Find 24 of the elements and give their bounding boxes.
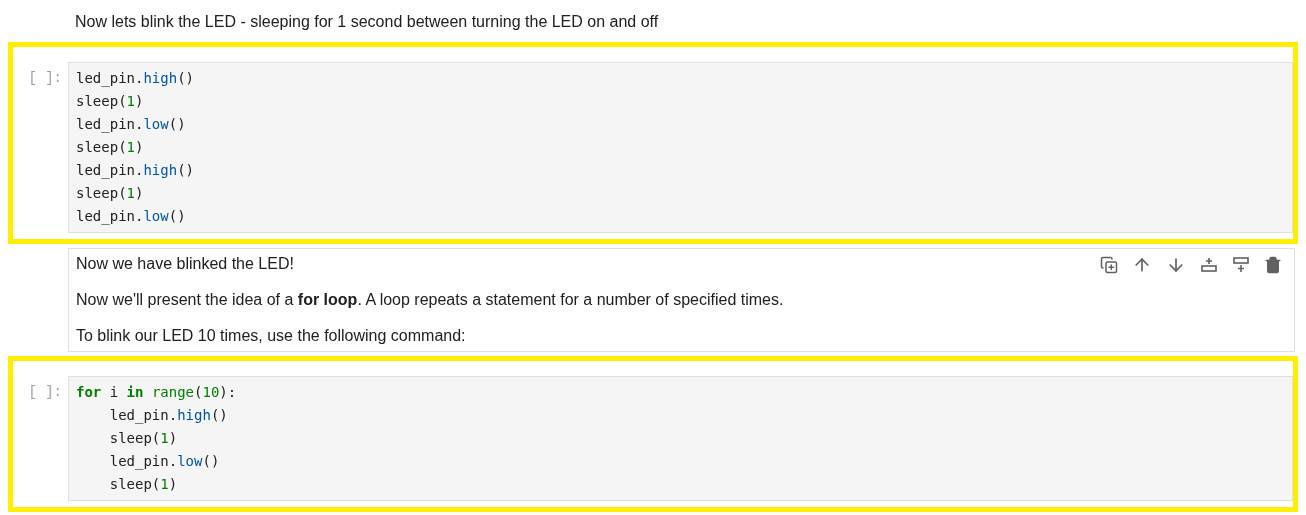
code-line: sleep(1): [76, 92, 144, 111]
markdown-paragraph: Now lets blink the LED - sleeping for 1 second between turning the LED on and off: [75, 12, 659, 32]
duplicate-icon[interactable]: [1100, 256, 1118, 274]
code-line: sleep(1): [76, 138, 144, 157]
code-line: led_pin.low(): [108, 452, 220, 472]
code-line: sleep(1): [76, 184, 144, 203]
markdown-paragraph: Now we have blinked the LED!: [76, 254, 294, 274]
insert-below-icon[interactable]: [1232, 256, 1250, 274]
code-line: sleep(1): [108, 429, 178, 448]
code-line: for i in range(10):: [76, 383, 237, 402]
cell-prompt: [ ]:: [27, 383, 63, 402]
code-editor[interactable]: for i in range(10): led_pin.high() sleep(1) led_pin.low() sleep(1): [68, 376, 1293, 501]
code-line: led_pin.low(): [76, 115, 186, 135]
insert-above-icon[interactable]: [1200, 256, 1218, 274]
code-line: sleep(1): [108, 475, 178, 494]
code-line: led_pin.high(): [76, 69, 194, 89]
cell-prompt: [ ]:: [27, 69, 63, 88]
code-editor[interactable]: led_pin.high() sleep(1) led_pin.low() sleep(1) led_pin.high() sleep(1) led_pin.low(): [68, 62, 1293, 233]
code-line: led_pin.low(): [76, 207, 186, 227]
code-line: led_pin.high(): [108, 406, 228, 426]
markdown-paragraph: To blink our LED 10 times, use the following command:: [76, 326, 466, 346]
markdown-paragraph: Now we'll present the idea of a for loop. A loop repeats a statement for a number of specified times.: [76, 290, 784, 310]
code-line: led_pin.high(): [76, 161, 194, 181]
delete-icon[interactable]: [1264, 256, 1282, 274]
